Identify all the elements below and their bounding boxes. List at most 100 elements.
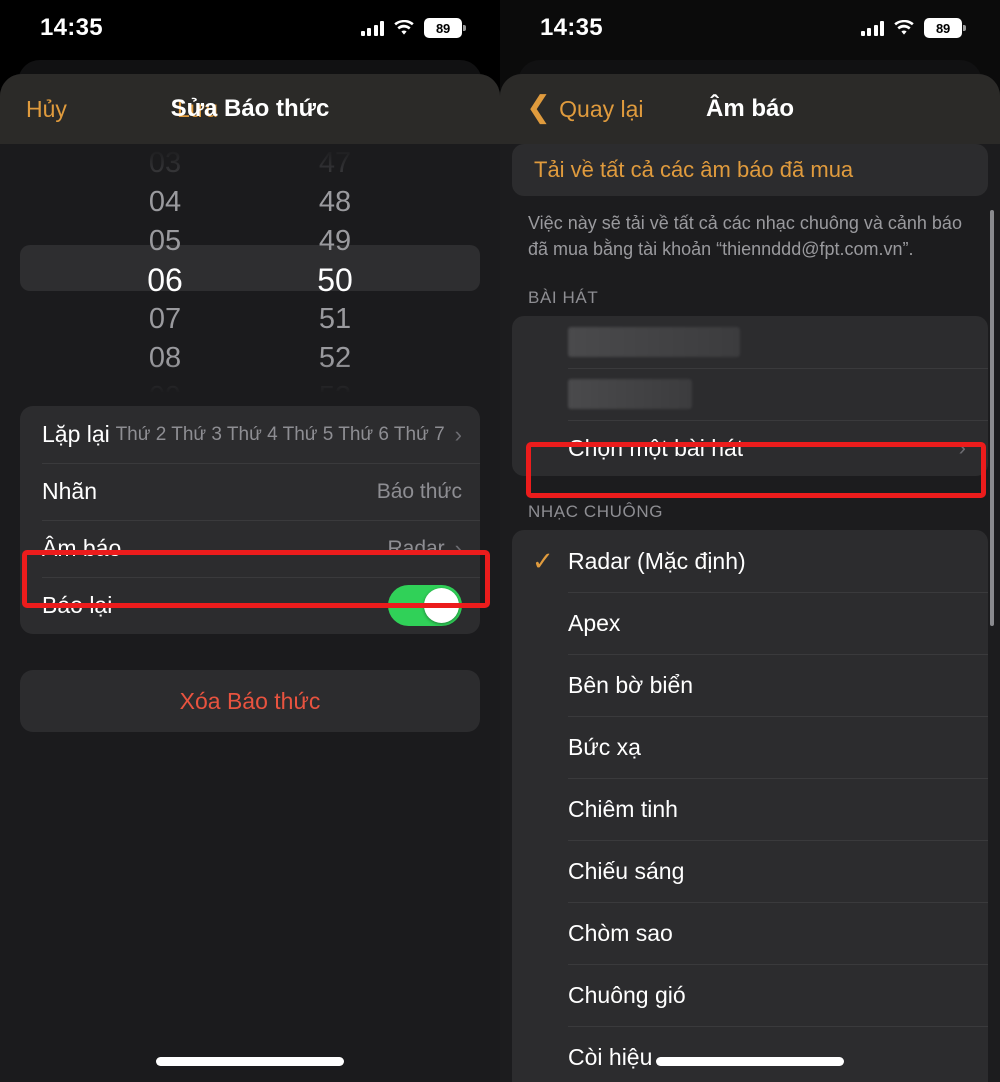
download-purchased-link[interactable]: Tải về tất cả các âm báo đã mua: [534, 157, 853, 183]
minute-option[interactable]: 52: [285, 339, 385, 378]
hour-option[interactable]: 05: [115, 222, 215, 261]
status-bar-indicators: 89: [860, 18, 966, 38]
vertical-scrollbar[interactable]: [990, 210, 994, 626]
delete-alarm-button[interactable]: Xóa Báo thức: [20, 670, 480, 732]
toggle-knob: [424, 588, 459, 623]
hour-option[interactable]: 09: [115, 378, 215, 406]
song-row-redacted[interactable]: [512, 316, 988, 368]
ringtones-group: ✓ Radar (Mặc định) Apex Bên bờ biển Bức …: [512, 530, 988, 1082]
section-header-songs: BÀI HÁT: [528, 288, 599, 308]
navbar-left-slot[interactable]: ❮ Quay lại: [526, 92, 644, 123]
minute-option[interactable]: 49: [285, 222, 385, 261]
ringtone-name: Apex: [568, 609, 621, 636]
ringtone-row[interactable]: Bức xạ: [512, 716, 988, 778]
song-row-redacted[interactable]: [512, 368, 988, 420]
ringtone-name: Chiếu sáng: [568, 857, 685, 884]
ringtone-row[interactable]: Chòm sao: [512, 902, 988, 964]
setting-label-snooze: Báo lại: [42, 592, 113, 618]
ringtone-row[interactable]: Bên bờ biển: [512, 654, 988, 716]
hour-option-selected[interactable]: 06: [115, 261, 215, 300]
edit-alarm-navbar: Hủy Sửa Báo thức Lưu: [0, 74, 500, 144]
hour-option[interactable]: 07: [115, 300, 215, 339]
back-button[interactable]: Quay lại: [559, 96, 643, 123]
download-purchased-group: Tải về tất cả các âm báo đã mua: [512, 144, 988, 196]
setting-value-repeat-wrap: Thứ 2 Thứ 3 Thứ 4 Thứ 5 Thứ 6 Thứ 7 ›: [115, 421, 462, 447]
ringtone-name: Chòm sao: [568, 919, 673, 946]
battery-indicator: 89: [924, 18, 966, 38]
ringtone-row[interactable]: Apex: [512, 592, 988, 654]
chevron-right-icon: ›: [958, 435, 966, 461]
hour-option[interactable]: 03: [115, 144, 215, 183]
chevron-left-icon[interactable]: ❮: [526, 92, 551, 123]
edit-alarm-sheet: Hủy Sửa Báo thức Lưu 03 04 05 06 07 08 0…: [0, 74, 500, 1082]
status-bar-time: 14:35: [540, 14, 603, 41]
battery-percent: 89: [435, 20, 451, 36]
setting-value-label-wrap: Báo thức: [377, 480, 462, 504]
ringtone-name: Radar (Mặc định): [568, 547, 746, 574]
minute-option[interactable]: 53: [285, 378, 385, 406]
sound-picker-scroll-content[interactable]: Tải về tất cả các âm báo đã mua Việc này…: [500, 144, 1000, 1082]
ringtone-row-selected[interactable]: ✓ Radar (Mặc định): [512, 530, 988, 592]
redacted-block: [568, 379, 692, 410]
setting-value-sound: Radar: [387, 536, 445, 560]
navbar-left-slot: Hủy: [26, 96, 122, 123]
ringtone-row[interactable]: Chiêm tinh: [512, 778, 988, 840]
cancel-button[interactable]: Hủy: [26, 96, 67, 123]
battery-indicator: 89: [424, 18, 466, 38]
pick-a-song-row[interactable]: Chọn một bài hát ›: [512, 420, 988, 476]
setting-label-sound: Âm báo: [42, 535, 122, 561]
wifi-icon: [894, 20, 914, 35]
cellular-signal-icon: [860, 20, 884, 36]
ringtone-name: Chuông gió: [568, 981, 686, 1008]
setting-label-label: Nhãn: [42, 478, 97, 504]
right-phone-screen: 14:35 89 ❮ Quay lại Âm báo Tải về tất cả…: [500, 0, 1000, 1082]
download-purchased-row[interactable]: Tải về tất cả các âm báo đã mua: [512, 144, 988, 196]
alarm-settings-group: Lặp lại Thứ 2 Thứ 3 Thứ 4 Thứ 5 Thứ 6 Th…: [20, 406, 480, 634]
ringtone-row[interactable]: Chuông gió: [512, 964, 988, 1026]
checkmark-icon: ✓: [532, 546, 554, 577]
setting-value-label: Báo thức: [376, 479, 462, 503]
setting-value-repeat: Thứ 2 Thứ 3 Thứ 4 Thứ 5 Thứ 6 Thứ 7: [115, 423, 445, 445]
pick-a-song-label: Chọn một bài hát: [568, 434, 744, 461]
sound-picker-navbar: ❮ Quay lại Âm báo: [500, 74, 1000, 144]
hour-option[interactable]: 08: [115, 339, 215, 378]
status-bar-left: 14:35 89: [0, 0, 500, 56]
minute-option[interactable]: 51: [285, 300, 385, 339]
minute-option[interactable]: 47: [285, 144, 385, 183]
home-indicator: [156, 1057, 344, 1066]
time-picker[interactable]: 03 04 05 06 07 08 09 47 48 49 50 51 52 5…: [0, 144, 500, 406]
minute-option-selected[interactable]: 50: [285, 261, 385, 300]
snooze-toggle[interactable]: [388, 585, 462, 626]
hour-option[interactable]: 04: [115, 183, 215, 222]
setting-label-repeat: Lặp lại: [42, 421, 110, 447]
setting-row-sound[interactable]: Âm báo Radar ›: [20, 520, 480, 577]
redacted-block: [568, 327, 740, 358]
navbar-right-slot: Lưu: [122, 96, 218, 123]
battery-percent: 89: [935, 20, 951, 36]
minute-option[interactable]: 48: [285, 183, 385, 222]
download-purchased-note: Việc này sẽ tải về tất cả các nhạc chuôn…: [528, 213, 962, 260]
section-header-ringtones: NHẠC CHUÔNG: [528, 502, 664, 522]
setting-row-snooze[interactable]: Báo lại: [20, 577, 480, 634]
sound-picker-sheet: ❮ Quay lại Âm báo Tải về tất cả các âm b…: [500, 74, 1000, 1082]
wifi-icon: [394, 20, 414, 35]
setting-row-label[interactable]: Nhãn Báo thức: [20, 463, 480, 520]
ringtone-row[interactable]: Chiếu sáng: [512, 840, 988, 902]
ringtone-name: Bên bờ biển: [568, 671, 694, 698]
setting-row-repeat[interactable]: Lặp lại Thứ 2 Thứ 3 Thứ 4 Thứ 5 Thứ 6 Th…: [20, 406, 480, 463]
time-picker-columns: 03 04 05 06 07 08 09 47 48 49 50 51 52 5…: [0, 144, 500, 406]
cellular-signal-icon: [360, 20, 384, 36]
save-button[interactable]: Lưu: [177, 96, 218, 123]
ringtone-name: Bức xạ: [568, 733, 641, 760]
setting-value-sound-wrap: Radar ›: [387, 537, 462, 561]
left-phone-screen: 14:35 89 Hủy Sửa Báo thức Lưu 03 04 05 0…: [0, 0, 500, 1082]
dual-screenshot-canvas: 14:35 89 Hủy Sửa Báo thức Lưu 03 04 05 0…: [0, 0, 1000, 1082]
status-bar-indicators: 89: [360, 18, 466, 38]
ringtone-name: Còi hiệu: [568, 1043, 653, 1070]
hour-wheel[interactable]: 03 04 05 06 07 08 09: [115, 144, 215, 406]
chevron-right-icon: ›: [454, 421, 462, 447]
ringtone-row[interactable]: Còi hiệu: [512, 1026, 988, 1082]
songs-group: Chọn một bài hát ›: [512, 316, 988, 477]
minute-wheel[interactable]: 47 48 49 50 51 52 53: [285, 144, 385, 406]
status-bar-right: 14:35 89: [500, 0, 1000, 56]
